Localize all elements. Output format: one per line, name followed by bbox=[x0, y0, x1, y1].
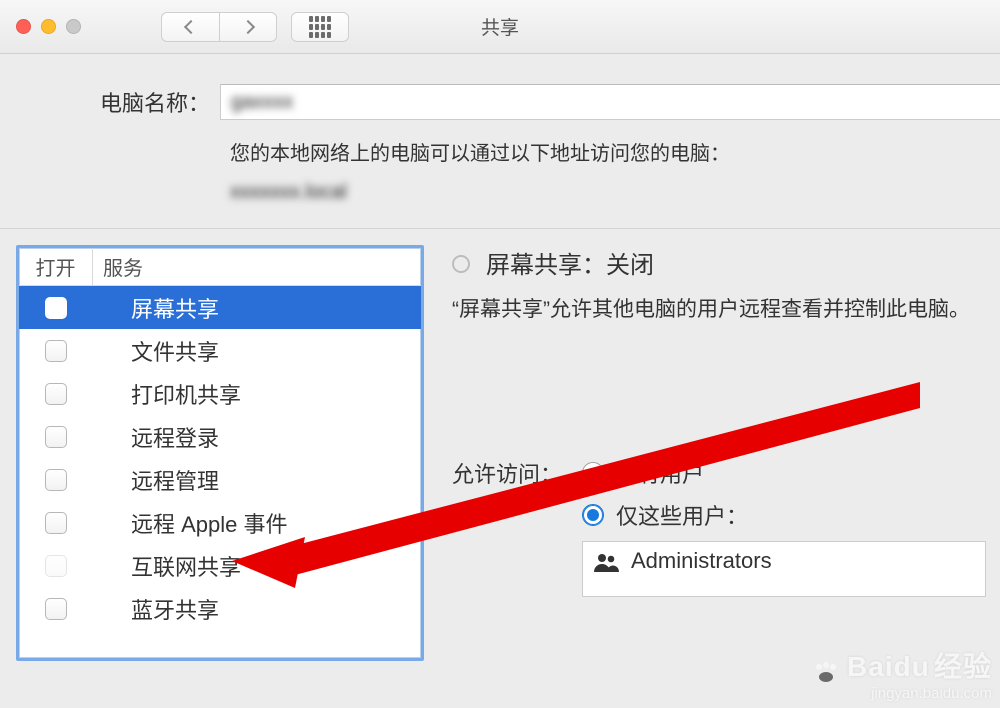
service-checkbox[interactable] bbox=[45, 297, 67, 319]
service-label: 远程 Apple 事件 bbox=[93, 507, 421, 539]
service-checkbox[interactable] bbox=[45, 598, 67, 620]
watermark: Baidu 经验 jingyan.baidu.com bbox=[813, 645, 992, 702]
back-button[interactable] bbox=[161, 12, 219, 42]
radio-label: 所有用户 bbox=[616, 457, 704, 489]
window-titlebar: 共享 bbox=[0, 0, 1000, 54]
service-label: 打印机共享 bbox=[93, 378, 421, 410]
service-checkbox[interactable] bbox=[45, 426, 67, 448]
service-label: 远程登录 bbox=[93, 421, 421, 453]
computer-name-value: gaxxxx bbox=[231, 91, 293, 114]
services-header-on: 打开 bbox=[19, 248, 93, 285]
service-row-bluetooth-sharing[interactable]: 蓝牙共享 bbox=[19, 587, 421, 630]
service-label: 蓝牙共享 bbox=[93, 593, 421, 625]
users-icon bbox=[593, 552, 621, 572]
watermark-url: jingyan.baidu.com bbox=[813, 685, 992, 702]
traffic-lights bbox=[16, 19, 81, 34]
service-row-screen-sharing[interactable]: 屏幕共享 bbox=[19, 286, 421, 329]
status-indicator-icon bbox=[452, 255, 470, 273]
service-checkbox[interactable] bbox=[45, 512, 67, 534]
toolbar-nav-group bbox=[161, 12, 349, 42]
service-row-remote-management[interactable]: 远程管理 bbox=[19, 458, 421, 501]
window-title: 共享 bbox=[0, 13, 1000, 40]
services-table[interactable]: 打开 服务 屏幕共享 文件共享 打印机共享 远程登录 远程管理 远程 Apple… bbox=[16, 245, 424, 661]
allow-access-label: 允许访问： bbox=[452, 457, 582, 597]
allow-only-users-option[interactable]: 仅这些用户： bbox=[582, 499, 986, 531]
service-row-remote-apple-events[interactable]: 远程 Apple 事件 bbox=[19, 501, 421, 544]
computer-name-label: 电脑名称： bbox=[0, 86, 220, 118]
computer-name-panel: 电脑名称： gaxxxx 您的本地网络上的电脑可以通过以下地址访问您的电脑： x… bbox=[0, 54, 1000, 228]
service-checkbox[interactable] bbox=[45, 469, 67, 491]
services-header-service: 服务 bbox=[93, 248, 421, 285]
grid-icon bbox=[309, 16, 331, 38]
service-checkbox[interactable] bbox=[45, 555, 67, 577]
radio-icon bbox=[582, 462, 604, 484]
service-label: 文件共享 bbox=[93, 335, 421, 367]
computer-name-hint: 您的本地网络上的电脑可以通过以下地址访问您的电脑： bbox=[230, 138, 1000, 170]
chevron-left-icon bbox=[183, 19, 197, 33]
service-label: 屏幕共享 bbox=[93, 292, 421, 324]
service-detail-panel: 屏幕共享：关闭 “屏幕共享”允许其他电脑的用户远程查看并控制此电脑。 允许访问：… bbox=[424, 245, 1000, 661]
chevron-right-icon bbox=[241, 19, 255, 33]
allowed-users-list[interactable]: Administrators bbox=[582, 541, 986, 597]
service-description: “屏幕共享”允许其他电脑的用户远程查看并控制此电脑。 bbox=[452, 294, 986, 327]
computer-name-field[interactable]: gaxxxx bbox=[220, 84, 1000, 120]
watermark-brand: Baidu bbox=[847, 651, 930, 682]
radio-label: 仅这些用户： bbox=[616, 499, 748, 531]
zoom-window-button[interactable] bbox=[66, 19, 81, 34]
user-entry: Administrators bbox=[631, 548, 772, 574]
radio-icon bbox=[582, 504, 604, 526]
minimize-window-button[interactable] bbox=[41, 19, 56, 34]
service-label: 远程管理 bbox=[93, 464, 421, 496]
service-checkbox[interactable] bbox=[45, 383, 67, 405]
service-label: 互联网共享 bbox=[93, 550, 421, 582]
show-all-button[interactable] bbox=[291, 12, 349, 42]
computer-address: xxxxxxx.local bbox=[230, 176, 1000, 208]
service-row-printer-sharing[interactable]: 打印机共享 bbox=[19, 372, 421, 415]
forward-button[interactable] bbox=[219, 12, 277, 42]
watermark-sub: 经验 bbox=[934, 651, 992, 682]
service-status: 屏幕共享：关闭 bbox=[486, 245, 654, 280]
close-window-button[interactable] bbox=[16, 19, 31, 34]
service-row-internet-sharing[interactable]: 互联网共享 bbox=[19, 544, 421, 587]
service-checkbox[interactable] bbox=[45, 340, 67, 362]
paw-icon bbox=[813, 661, 839, 683]
service-row-file-sharing[interactable]: 文件共享 bbox=[19, 329, 421, 372]
service-row-remote-login[interactable]: 远程登录 bbox=[19, 415, 421, 458]
allow-all-users-option[interactable]: 所有用户 bbox=[582, 457, 986, 489]
